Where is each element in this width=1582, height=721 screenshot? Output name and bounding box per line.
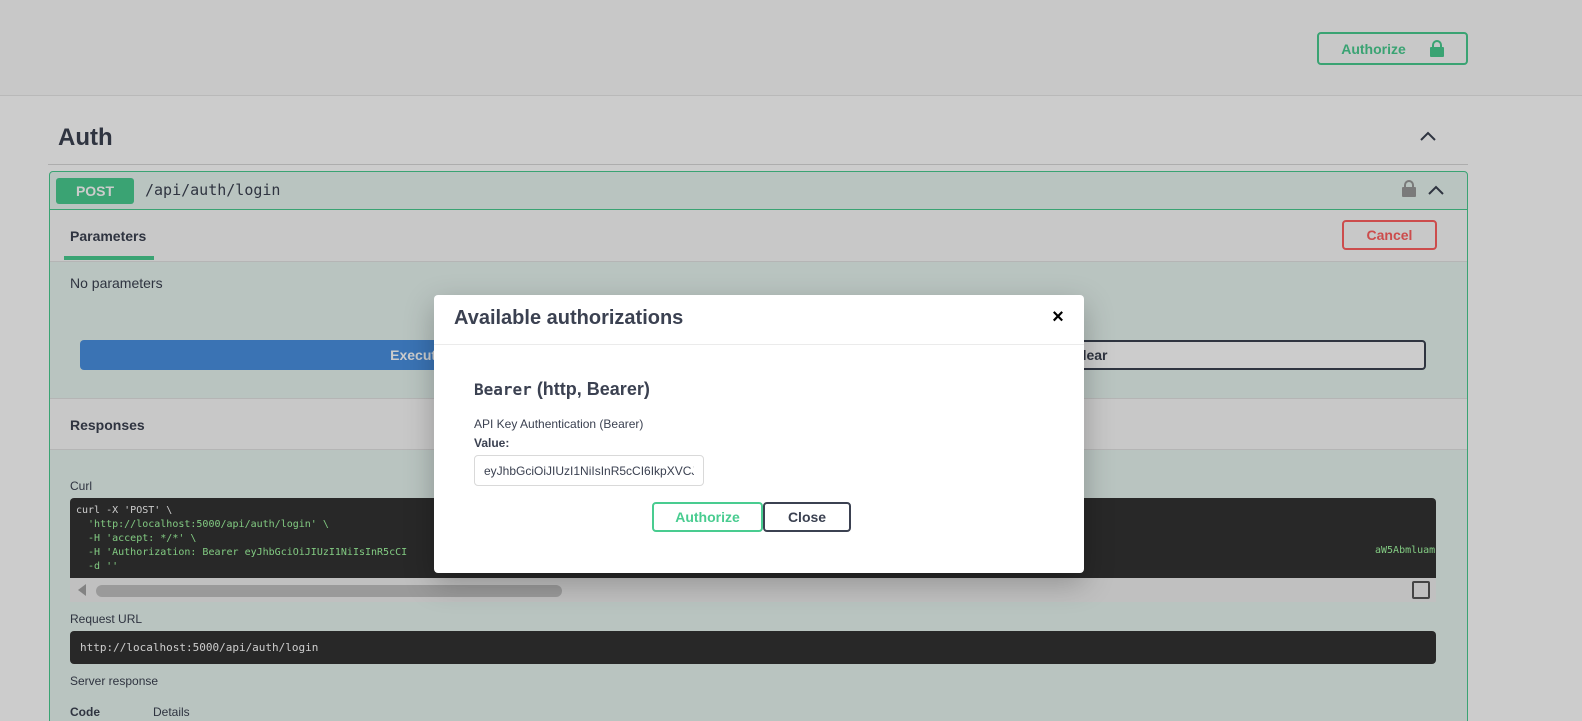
- close-icon[interactable]: ×: [1046, 305, 1070, 329]
- scheme-name-code: Bearer: [474, 380, 532, 399]
- scheme-type: (http, Bearer): [536, 379, 650, 399]
- scheme-description: API Key Authentication (Bearer): [474, 417, 644, 431]
- modal-header: Available authorizations ×: [434, 295, 1084, 345]
- token-input[interactable]: [474, 455, 704, 486]
- scheme-name: Bearer (http, Bearer): [474, 379, 650, 400]
- value-label: Value:: [474, 436, 510, 450]
- close-button[interactable]: Close: [763, 502, 851, 532]
- modal-title: Available authorizations: [454, 307, 684, 329]
- authorizations-modal: Available authorizations × Bearer (http,…: [434, 295, 1084, 573]
- authorize-button[interactable]: Authorize: [652, 502, 763, 532]
